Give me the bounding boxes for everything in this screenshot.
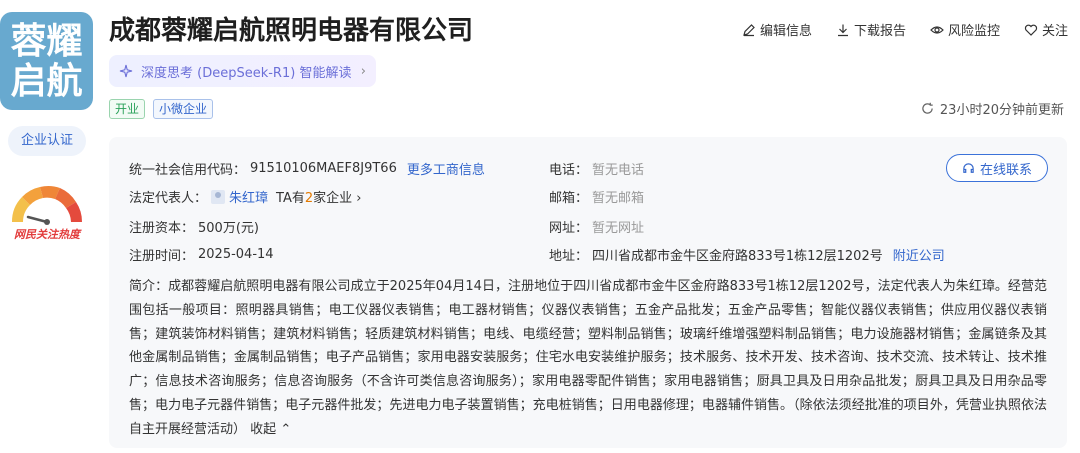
capital-row: 注册资本： 500万(元) [129, 217, 259, 236]
download-icon [837, 24, 848, 36]
capital-value: 500万(元) [198, 221, 259, 236]
download-report-label: 下载报告 [853, 24, 906, 39]
company-intro: 简介：成都蓉耀启航照明电器有限公司成立于2025年04月14日，注册地位于四川省… [129, 275, 1047, 442]
credit-code-label: 统一社会信用代码： [129, 163, 247, 178]
heat-label: 网民关注热度 [14, 228, 80, 241]
capital-label: 注册资本： [129, 221, 195, 236]
collapse-label: 收起 [250, 421, 277, 437]
collapse-button[interactable]: 收起 ⌃ [250, 422, 291, 437]
edit-icon [743, 23, 755, 36]
address-label: 地址： [549, 249, 589, 264]
address-row: 地址： 四川省成都市金牛区金府路833号1栋12层1202号 附近公司 [549, 245, 945, 264]
status-badge: 开业 [109, 99, 146, 119]
follow-label: 关注 [1041, 24, 1068, 39]
logo-line-2: 启航 [10, 61, 83, 102]
legal-rep-row: 法定代表人： 朱红璋 TA有2家企业 › [129, 187, 362, 206]
reg-date-value: 2025-04-14 [198, 247, 274, 262]
refresh-icon [922, 102, 933, 114]
ai-interpret-label: 深度思考 (DeepSeek-R1) 智能解读 [141, 65, 352, 81]
ta-prefix: TA有 [276, 191, 305, 206]
edit-info-label: 编辑信息 [759, 24, 812, 39]
ai-sparkle-icon [119, 64, 133, 78]
chevron-up-icon: ⌃ [280, 421, 292, 437]
credit-code-row: 统一社会信用代码： 91510106MAEF8J9T66 更多工商信息 [129, 159, 485, 178]
website-value: 暂无网址 [592, 221, 645, 236]
ta-suffix: 家企业 [313, 191, 353, 206]
chevron-right-icon: › [360, 63, 366, 79]
risk-monitor-label: 风险监控 [947, 24, 1000, 39]
update-time-label: 23小时20分钟前更新 [939, 103, 1064, 118]
credit-code-value: 91510106MAEF8J9T66 [250, 161, 397, 176]
phone-value: 暂无电话 [592, 163, 645, 178]
online-contact-label: 在线联系 [979, 162, 1032, 178]
reg-date-row: 注册时间： 2025-04-14 [129, 245, 274, 264]
avatar [211, 189, 226, 204]
update-time[interactable]: 23小时20分钟前更新 [921, 99, 1064, 118]
risk-monitor-button[interactable]: 风险监控 [930, 20, 1000, 39]
heart-icon [1024, 24, 1038, 36]
email-value: 暂无邮箱 [592, 191, 645, 206]
intro-text: 简介：成都蓉耀启航照明电器有限公司成立于2025年04月14日，注册地位于四川省… [129, 279, 1047, 437]
email-label: 邮箱： [549, 191, 589, 206]
info-panel: 统一社会信用代码： 91510106MAEF8J9T66 更多工商信息 法定代表… [109, 137, 1067, 448]
email-row: 邮箱： 暂无邮箱 [549, 187, 644, 206]
ta-count: 2 [304, 191, 314, 206]
size-badge: 小微企业 [153, 99, 214, 119]
company-tags: 开业 小微企业 [109, 99, 214, 119]
follow-button[interactable]: 关注 [1024, 20, 1068, 39]
legal-rep-companies[interactable]: TA有2家企业 › [276, 187, 361, 206]
more-business-info-link[interactable]: 更多工商信息 [407, 159, 485, 178]
company-logo: 蓉耀 启航 [0, 12, 93, 110]
ai-interpret-button[interactable]: 深度思考 (DeepSeek-R1) 智能解读 › [109, 55, 376, 87]
enterprise-cert-button[interactable]: 企业认证 [8, 126, 86, 156]
phone-label: 电话： [549, 163, 589, 178]
website-row: 网址： 暂无网址 [549, 217, 644, 236]
phone-row: 电话： 暂无电话 [549, 159, 644, 178]
website-label: 网址： [549, 221, 589, 236]
header-actions: 编辑信息 下载报告 风险监控 关注 [742, 20, 1068, 39]
headset-icon [963, 162, 974, 173]
reg-date-label: 注册时间： [129, 249, 195, 264]
company-name: 成都蓉耀启航照明电器有限公司 [109, 16, 474, 46]
legal-rep-name-link[interactable]: 朱红璋 [229, 187, 268, 206]
online-contact-button[interactable]: 在线联系 [946, 154, 1048, 182]
address-value: 四川省成都市金牛区金府路833号1栋12层1202号 [592, 249, 883, 264]
download-report-button[interactable]: 下载报告 [836, 20, 906, 39]
logo-line-1: 蓉耀 [10, 21, 83, 62]
legal-rep-label: 法定代表人： [129, 191, 208, 206]
eye-icon [930, 25, 944, 34]
edit-info-button[interactable]: 编辑信息 [742, 20, 812, 39]
nearby-companies-link[interactable]: 附近公司 [893, 245, 945, 264]
